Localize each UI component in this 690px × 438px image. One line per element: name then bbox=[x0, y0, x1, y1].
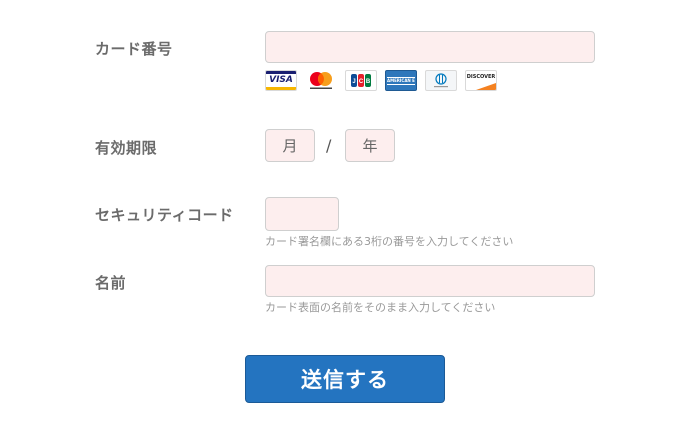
jcb-icon: J C B bbox=[345, 70, 377, 91]
expiry-label: 有効期限 bbox=[95, 139, 158, 157]
security-code-hint: カード署名欄にある3桁の番号を入力してください bbox=[265, 235, 514, 248]
expiry-separator: / bbox=[326, 136, 332, 155]
diners-club-icon bbox=[425, 70, 457, 91]
amex-icon: AMERICAN EXPRESS bbox=[385, 70, 417, 91]
expiry-year-input[interactable] bbox=[345, 129, 395, 162]
card-number-label: カード番号 bbox=[95, 40, 173, 58]
submit-button[interactable]: 送信する bbox=[245, 355, 445, 403]
card-number-input[interactable] bbox=[265, 31, 595, 63]
svg-text:B: B bbox=[366, 79, 371, 85]
security-code-label: セキュリティコード bbox=[95, 206, 234, 224]
mastercard-icon bbox=[305, 70, 337, 91]
visa-icon: VISA bbox=[265, 70, 297, 91]
expiry-month-input[interactable] bbox=[265, 129, 315, 162]
svg-text:C: C bbox=[359, 79, 364, 85]
name-input[interactable] bbox=[265, 265, 595, 297]
name-label: 名前 bbox=[95, 274, 127, 292]
name-hint: カード表面の名前をそのまま入力してください bbox=[265, 301, 496, 314]
card-brand-logos: VISA J C B AMERICAN EXPRESS bbox=[265, 70, 505, 92]
security-code-input[interactable] bbox=[265, 197, 339, 231]
discover-icon: DISCOVER bbox=[465, 70, 497, 91]
svg-text:J: J bbox=[352, 79, 355, 85]
